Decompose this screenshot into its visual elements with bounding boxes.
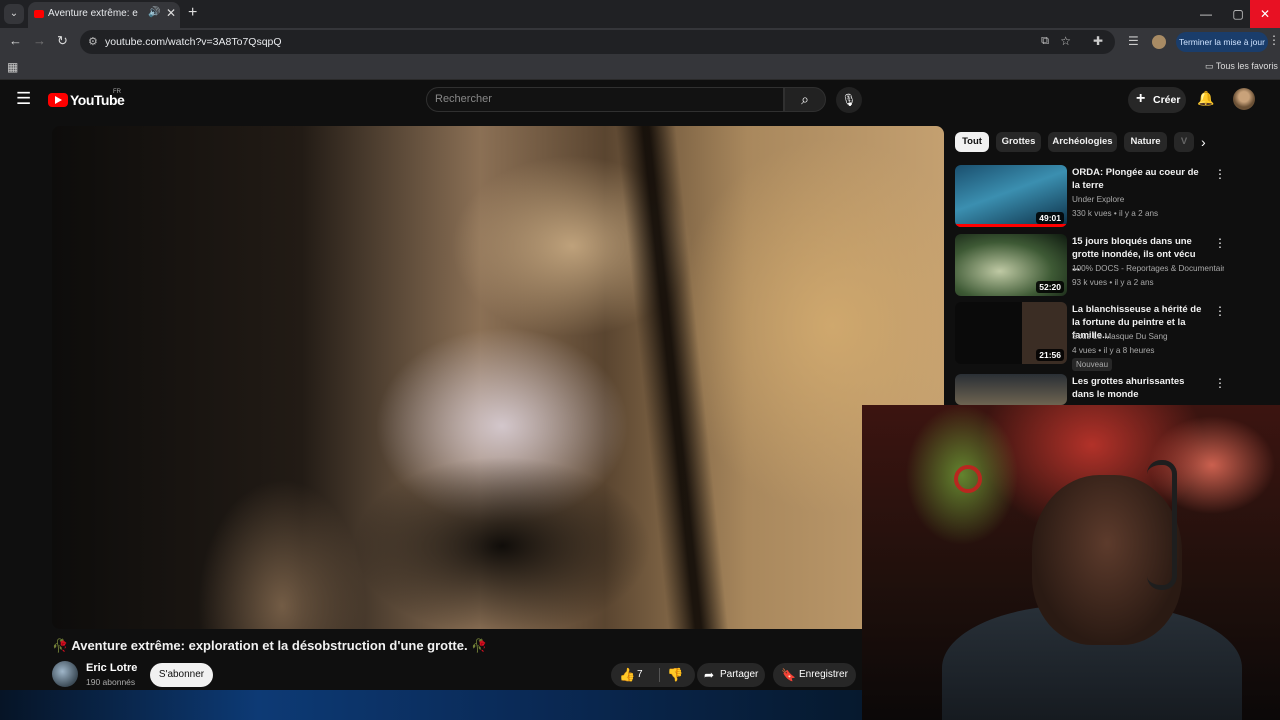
more-options-icon[interactable]: ⋮ — [1214, 304, 1226, 318]
profile-avatar-icon[interactable] — [1152, 35, 1166, 49]
chip-grottes[interactable]: Grottes — [996, 132, 1041, 152]
play-icon — [55, 96, 62, 104]
subscribe-button[interactable]: S'abonner — [150, 663, 213, 687]
bookmarks-bar: ▦ ▭ Tous les favoris — [0, 56, 1280, 80]
more-options-icon[interactable]: ⋮ — [1214, 236, 1226, 250]
bookmark-star-icon[interactable]: ☆ — [1060, 34, 1071, 48]
menu-icon[interactable]: ☰ — [16, 89, 31, 109]
recommendation-stats: 4 vues • il y a 8 heures — [1072, 346, 1155, 355]
tab-search-icon[interactable]: ⌄ — [4, 4, 24, 24]
all-bookmarks-label: Tous les favoris — [1215, 61, 1278, 71]
share-label: Partager — [720, 669, 759, 680]
recommendation-title[interactable]: Les grottes ahurissantes dans le monde — [1072, 375, 1204, 401]
country-code: FR — [113, 89, 121, 95]
recommendation-thumbnail[interactable] — [955, 374, 1067, 405]
new-badge: Nouveau — [1072, 358, 1113, 371]
like-count[interactable]: 7 — [637, 663, 643, 687]
plus-icon: + — [1136, 90, 1146, 107]
like-dislike-group: 👍 7 👎 — [611, 663, 695, 687]
browser-toolbar: ← → ↻ ⚙ youtube.com/watch?v=3A8To7QsqpQ … — [0, 28, 1280, 56]
description-area-preview — [0, 690, 862, 720]
recommendation-channel[interactable]: 100% DOCS - Reportages & Documentair... — [1072, 264, 1224, 273]
spiral-artwork — [954, 465, 982, 493]
youtube-logo-icon[interactable] — [48, 93, 68, 107]
browser-tab[interactable]: Aventure extrême: expl 🔊 ✕ — [28, 2, 180, 28]
extensions-icon[interactable]: ✚ — [1093, 34, 1103, 48]
channel-avatar[interactable] — [52, 661, 78, 687]
reload-icon[interactable]: ↻ — [57, 33, 68, 49]
mic-icon: 🎙 — [841, 93, 857, 107]
chip-truncated[interactable]: V — [1174, 132, 1194, 152]
thumbs-down-icon[interactable]: 👎 — [667, 663, 683, 687]
search-input[interactable] — [435, 93, 755, 105]
chevron-right-icon[interactable]: › — [1201, 134, 1206, 150]
recommendation-stats: 93 k vues • il y a 2 ans — [1072, 278, 1154, 287]
search-box[interactable] — [426, 87, 784, 112]
save-button[interactable]: 🔖 Enregistrer — [773, 663, 856, 687]
install-app-icon[interactable]: ⧉ — [1041, 35, 1049, 48]
tab-close-icon[interactable]: ✕ — [166, 6, 176, 20]
browser-tab-strip: ⌄ Aventure extrême: expl 🔊 ✕ + — ▢ ✕ — [0, 0, 1280, 28]
browser-menu-icon[interactable]: ⋮ — [1268, 33, 1280, 47]
video-frame-shadow — [352, 456, 652, 629]
video-title: 🥀 Aventure extrême: exploration et la dé… — [52, 638, 488, 653]
chip-nature[interactable]: Nature — [1124, 132, 1167, 152]
share-icon: ➦ — [704, 668, 715, 682]
bookmark-icon: 🔖 — [781, 668, 796, 682]
close-window-button[interactable]: ✕ — [1250, 0, 1280, 28]
recommendation-stats: 330 k vues • il y a 2 ans — [1072, 209, 1159, 218]
tab-audio-icon[interactable]: 🔊 — [148, 7, 160, 18]
site-info-icon[interactable]: ⚙ — [88, 35, 98, 48]
search-icon: ⌕ — [801, 91, 809, 107]
chip-archeologies[interactable]: Archéologies — [1048, 132, 1117, 152]
divider — [659, 668, 660, 682]
avatar[interactable] — [1233, 88, 1255, 110]
headset-icon — [1147, 460, 1177, 590]
save-label: Enregistrer — [799, 669, 848, 680]
search-button[interactable]: ⌕ — [784, 87, 826, 112]
recommendation-channel[interactable]: Under Explore — [1072, 195, 1224, 204]
minimize-button[interactable]: — — [1190, 0, 1222, 28]
create-label: Créer — [1153, 94, 1181, 106]
chip-tout[interactable]: Tout — [955, 132, 989, 152]
create-button[interactable]: + Créer — [1128, 87, 1186, 113]
recommendation-title[interactable]: ORDA: Plongée au coeur de la terre — [1072, 166, 1204, 192]
video-duration: 49:01 — [1036, 212, 1064, 224]
video-duration: 52:20 — [1036, 281, 1064, 293]
address-bar[interactable]: ⚙ youtube.com/watch?v=3A8To7QsqpQ ⧉ ☆ — [80, 30, 1115, 54]
thumbs-up-icon[interactable]: 👍 — [619, 663, 635, 687]
video-player[interactable] — [52, 126, 944, 629]
apps-grid-icon[interactable]: ▦ — [7, 60, 18, 74]
video-duration: 21:56 — [1036, 349, 1064, 361]
youtube-header: ☰ YouTube FR ⌕ 🎙 + Créer 🔔 — [0, 81, 1280, 119]
recommendation-thumbnail[interactable]: 52:20 — [955, 234, 1067, 296]
webcam-overlay — [862, 405, 1280, 720]
more-options-icon[interactable]: ⋮ — [1214, 167, 1226, 181]
update-browser-button[interactable]: Terminer la mise à jour — [1176, 32, 1268, 52]
forward-icon[interactable]: → — [33, 33, 46, 48]
new-tab-button[interactable]: + — [188, 4, 197, 22]
more-options-icon[interactable]: ⋮ — [1214, 376, 1226, 390]
recommendation-thumbnail[interactable]: 21:56 — [955, 302, 1067, 364]
media-controls-icon[interactable]: ☰ — [1128, 34, 1139, 48]
tab-title: Aventure extrême: expl — [48, 8, 138, 19]
channel-name[interactable]: Eric Lotre — [86, 662, 137, 674]
bell-icon[interactable]: 🔔 — [1197, 90, 1214, 107]
recommendation-channel[interactable]: Sous Le Masque Du Sang — [1072, 332, 1224, 341]
recommendation-thumbnail[interactable]: 49:01 — [955, 165, 1067, 227]
share-button[interactable]: ➦ Partager — [697, 663, 765, 687]
youtube-favicon-icon — [34, 10, 44, 18]
all-bookmarks-folder[interactable]: ▭ Tous les favoris — [1205, 61, 1278, 72]
subscriber-count: 190 abonnés — [86, 677, 136, 687]
url-text[interactable]: youtube.com/watch?v=3A8To7QsqpQ — [105, 36, 282, 48]
back-icon[interactable]: ← — [9, 33, 22, 48]
voice-search-button[interactable]: 🎙 — [836, 87, 862, 113]
watch-progress-bar — [955, 224, 1067, 227]
